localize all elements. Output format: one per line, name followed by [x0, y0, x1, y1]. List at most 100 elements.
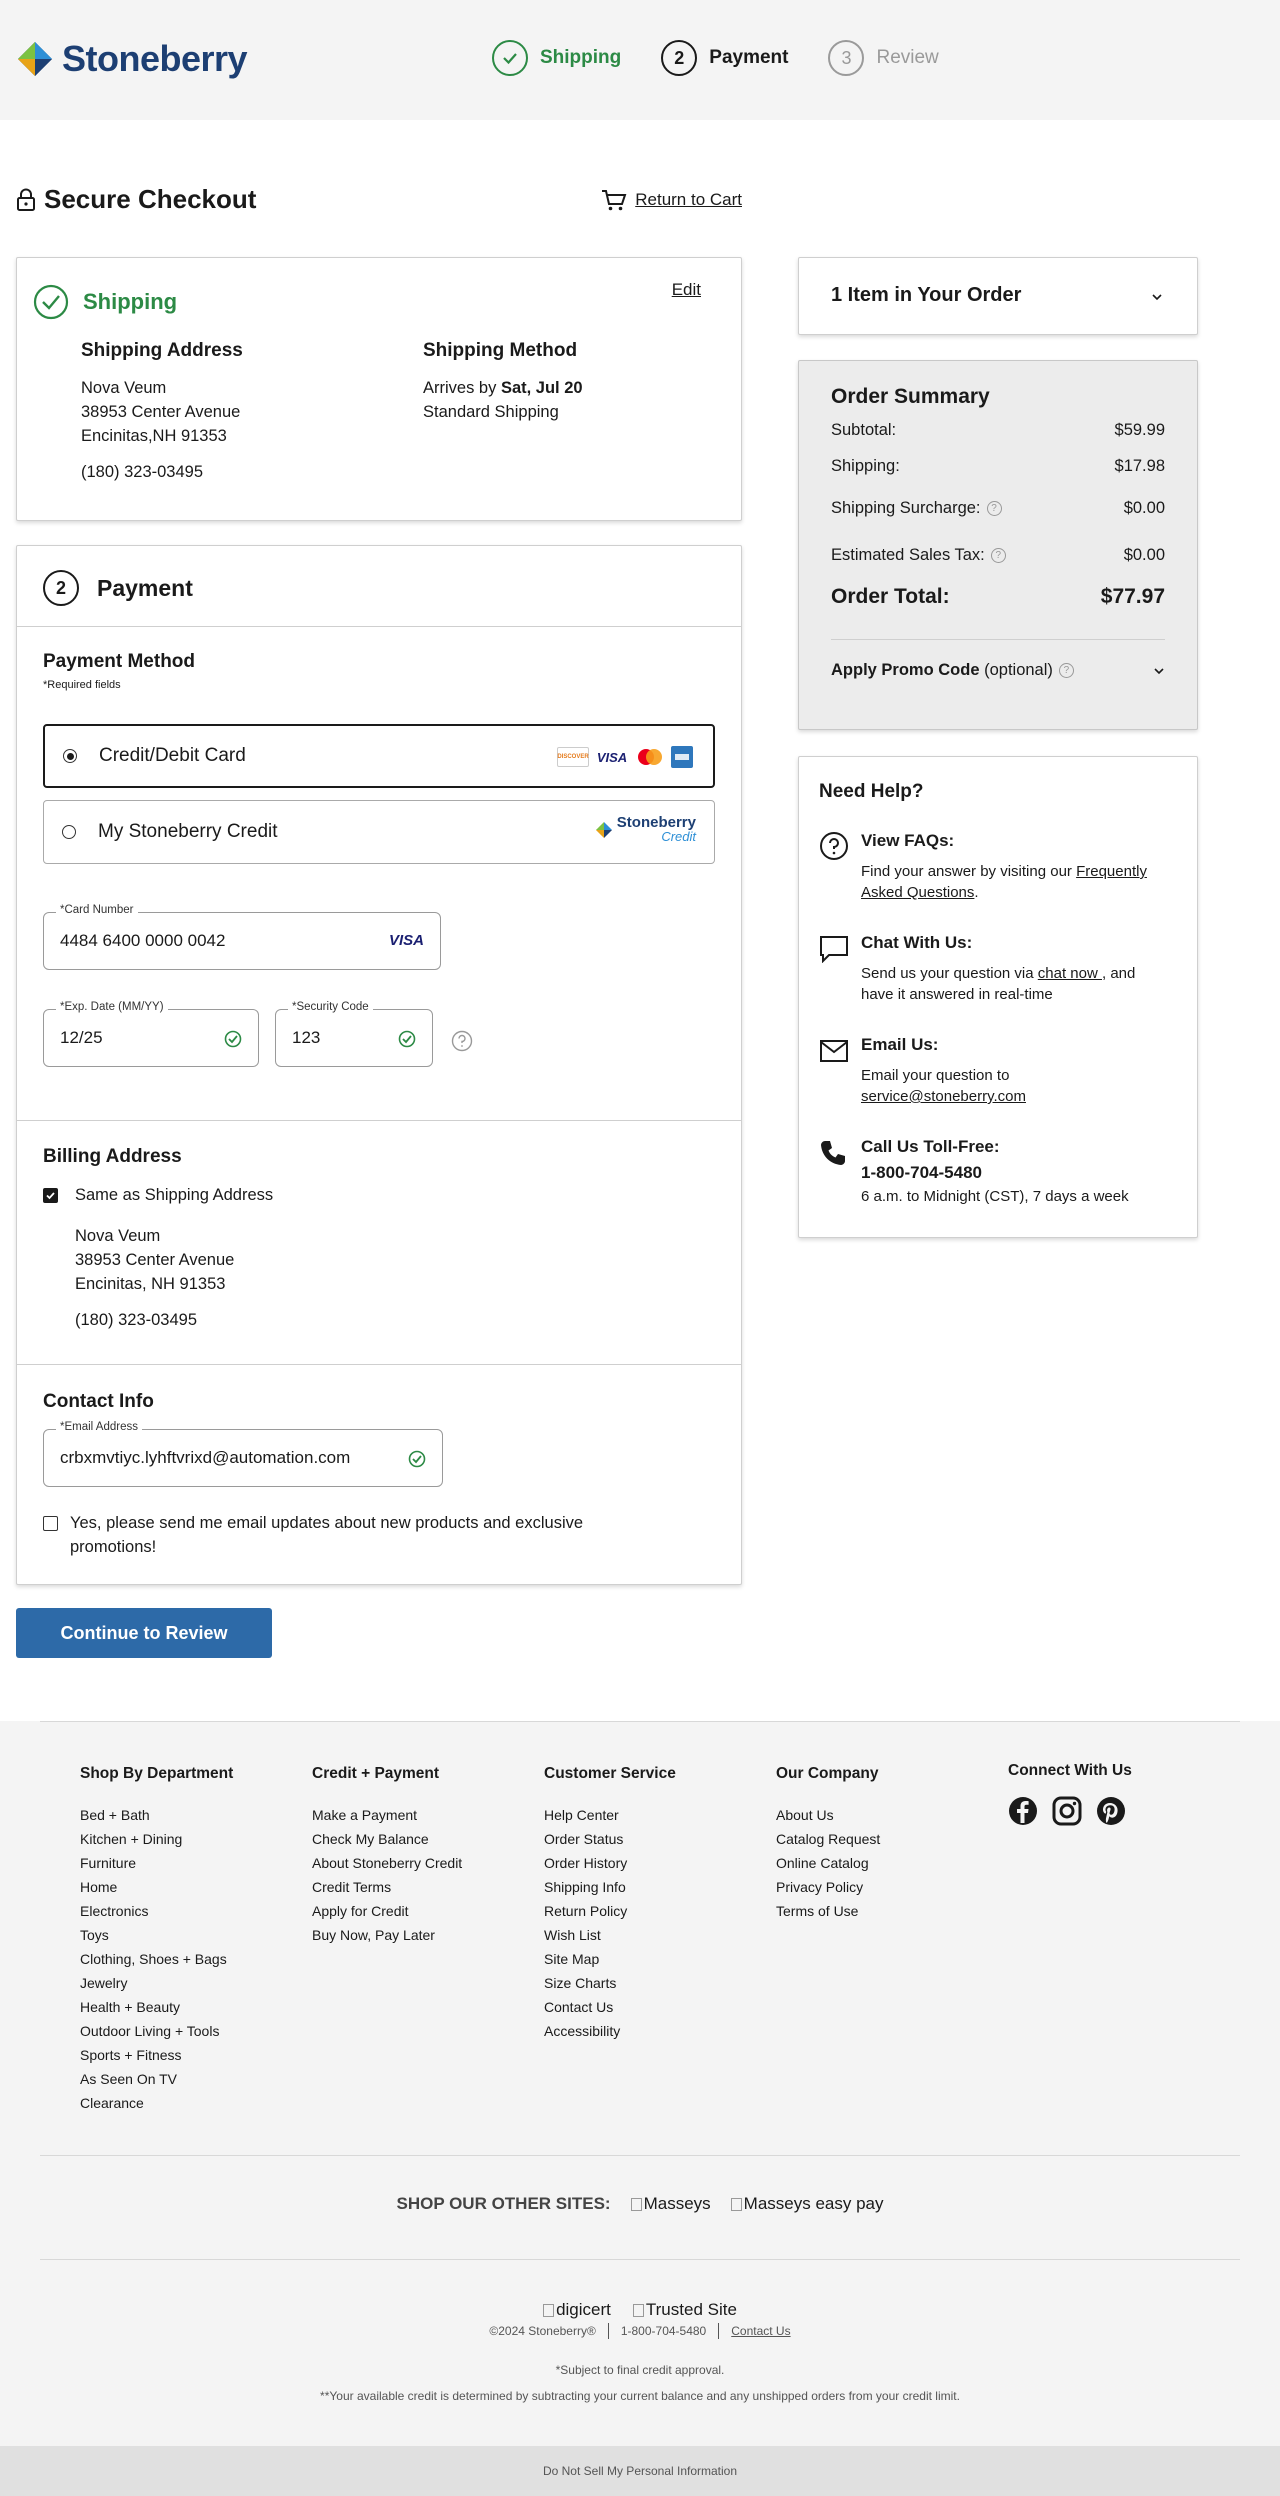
email-optin-checkbox[interactable]: Yes, please send me email updates about … [43, 1511, 583, 1559]
footer-link[interactable]: Site Map [544, 1947, 676, 1971]
phone-icon [821, 1141, 845, 1165]
credit-debit-card-option[interactable]: Credit/Debit Card DISCOVER VISA [43, 724, 715, 788]
step-shipping[interactable]: Shipping [492, 40, 621, 76]
faq-link[interactable]: Asked Questions [861, 884, 974, 901]
pinterest-icon[interactable] [1096, 1796, 1126, 1826]
trusted-site-badge[interactable]: Trusted Site [632, 2300, 737, 2320]
order-items-dropdown[interactable]: 1 Item in Your Order [798, 257, 1198, 335]
footer-link[interactable]: Return Policy [544, 1899, 676, 1923]
digicert-badge[interactable]: digicert [543, 2300, 611, 2320]
footer-contact-link[interactable]: Contact Us [731, 2324, 790, 2338]
stoneberry-credit-radio[interactable] [62, 825, 76, 839]
footer-link[interactable]: Credit Terms [312, 1875, 462, 1899]
masseys-link[interactable]: Masseys [630, 2194, 711, 2214]
shipping-address-line: Encinitas,NH 91353 [81, 427, 227, 445]
envelope-icon [820, 1040, 848, 1062]
footer-link[interactable]: Privacy Policy [776, 1875, 880, 1899]
instagram-icon[interactable] [1052, 1796, 1082, 1826]
accepted-cards: DISCOVER VISA [557, 746, 693, 768]
edit-shipping-link[interactable]: Edit [672, 280, 701, 300]
shipping-value: $17.98 [1114, 457, 1165, 475]
footer-link[interactable]: Check My Balance [312, 1827, 462, 1851]
chat-text-line-2: have it answered in real-time [861, 986, 1053, 1003]
surcharge-row: Shipping Surcharge:? $0.00 [831, 499, 1165, 518]
footer-phone[interactable]: 1-800-704-5480 [621, 2324, 706, 2338]
help-call-body: Call Us Toll-Free: 1-800-704-5480 6 a.m.… [861, 1137, 1177, 1207]
chat-text-suffix: , and [1102, 965, 1136, 982]
help-question-icon[interactable]: ? [990, 548, 1006, 564]
footer-link[interactable]: Outdoor Living + Tools [80, 2019, 233, 2043]
masseys-link-label: Masseys [643, 2194, 711, 2213]
facebook-icon[interactable] [1008, 1796, 1038, 1826]
faq-link[interactable]: Frequently [1076, 863, 1147, 880]
footer-link[interactable]: Accessibility [544, 2019, 676, 2043]
surcharge-value: $0.00 [1123, 499, 1165, 517]
email-label: *Email Address [56, 1421, 142, 1433]
footer-link[interactable]: Clearance [80, 2091, 233, 2115]
trusted-site-badge-label: Trusted Site [645, 2300, 737, 2319]
shipping-method-title: Shipping Method [423, 340, 578, 361]
footer-link[interactable]: Apply for Credit [312, 1899, 462, 1923]
step-shipping-label: Shipping [540, 47, 622, 68]
footer-link[interactable]: Health + Beauty [80, 1995, 233, 2019]
footer-link[interactable]: Make a Payment [312, 1803, 462, 1827]
billing-address-line: Encinitas, NH 91353 [75, 1275, 226, 1293]
footer-link[interactable]: Shipping Info [544, 1875, 676, 1899]
stoneberry-logo[interactable]: Stoneberry [16, 38, 248, 80]
email-field[interactable]: *Email Address crbxmvtiyc.lyhftvrixd@aut… [43, 1421, 443, 1487]
footer-link[interactable]: Kitchen + Dining [80, 1827, 233, 1851]
checkbox-checked-icon[interactable] [43, 1188, 58, 1203]
need-help-title: Need Help? [819, 781, 924, 802]
card-number-field[interactable]: *Card Number 4484 6400 0000 0042 VISA [43, 904, 441, 970]
footer-link[interactable]: Order History [544, 1851, 676, 1875]
footer-link[interactable]: Size Charts [544, 1971, 676, 1995]
footer-link[interactable]: About Stoneberry Credit [312, 1851, 462, 1875]
exp-date-field[interactable]: *Exp. Date (MM/YY) 12/25 [43, 1001, 259, 1067]
footer-link[interactable]: Help Center [544, 1803, 676, 1827]
promo-code-toggle[interactable]: Apply Promo Code (optional)? [831, 661, 1165, 680]
billing-address-line: Nova Veum [75, 1227, 161, 1245]
footer-link[interactable]: Bed + Bath [80, 1803, 233, 1827]
footer-link[interactable]: Terms of Use [776, 1899, 880, 1923]
same-as-shipping-checkbox[interactable]: Same as Shipping Address [43, 1186, 273, 1205]
call-hours: 6 a.m. to Midnight (CST), 7 days a week [861, 1188, 1129, 1205]
help-question-icon[interactable]: ? [1058, 663, 1074, 679]
step-payment-label: Payment [709, 47, 789, 68]
footer-link[interactable]: Electronics [80, 1899, 233, 1923]
stoneberry-credit-option[interactable]: My Stoneberry Credit Stoneberry Credit [43, 800, 715, 864]
footer-link[interactable]: Sports + Fitness [80, 2043, 233, 2067]
credit-card-radio[interactable] [63, 749, 77, 763]
subtotal-row: Subtotal: $59.99 [831, 421, 1165, 440]
footer-link[interactable]: Wish List [544, 1923, 676, 1947]
checkbox-unchecked-icon[interactable] [43, 1516, 58, 1531]
do-not-sell-link[interactable]: Do Not Sell My Personal Information [0, 2446, 1280, 2496]
masseys-easy-pay-link[interactable]: Masseys easy pay [730, 2194, 884, 2214]
promo-label: Apply Promo Code [831, 661, 980, 679]
footer-link[interactable]: Contact Us [544, 1995, 676, 2019]
help-question-icon[interactable] [451, 1030, 473, 1052]
footer-link[interactable]: Buy Now, Pay Later [312, 1923, 462, 1947]
help-question-icon[interactable]: ? [986, 501, 1002, 517]
service-email-link[interactable]: service@stoneberry.com [861, 1088, 1026, 1105]
credit-note: *Subject to final credit approval. [555, 2363, 725, 2377]
security-code-field[interactable]: *Security Code 123 [275, 1001, 433, 1067]
continue-to-review-button[interactable]: Continue to Review [16, 1608, 272, 1658]
promo-label-group: Apply Promo Code (optional)? [831, 661, 1074, 680]
payment-header: 2 Payment [43, 570, 193, 606]
footer-link[interactable]: Furniture [80, 1851, 233, 1875]
footer-link[interactable]: Toys [80, 1923, 233, 1947]
footer-link[interactable]: About Us [776, 1803, 880, 1827]
tax-label-group: Estimated Sales Tax:? [831, 546, 1006, 565]
call-number[interactable]: 1-800-704-5480 [861, 1163, 1177, 1183]
footer-link[interactable]: Catalog Request [776, 1827, 880, 1851]
footer-link[interactable]: Home [80, 1875, 233, 1899]
footer-link[interactable]: Order Status [544, 1827, 676, 1851]
footer-link[interactable]: Clothing, Shoes + Bags [80, 1947, 233, 1971]
footer-link[interactable]: As Seen On TV [80, 2067, 233, 2091]
shipping-label: Shipping: [831, 457, 900, 475]
order-total-value: $77.97 [1100, 585, 1165, 608]
footer-link[interactable]: Jewelry [80, 1971, 233, 1995]
footer-link[interactable]: Online Catalog [776, 1851, 880, 1875]
chat-now-link[interactable]: chat now [1038, 965, 1102, 982]
return-to-cart-link[interactable]: Return to Cart [601, 188, 742, 212]
